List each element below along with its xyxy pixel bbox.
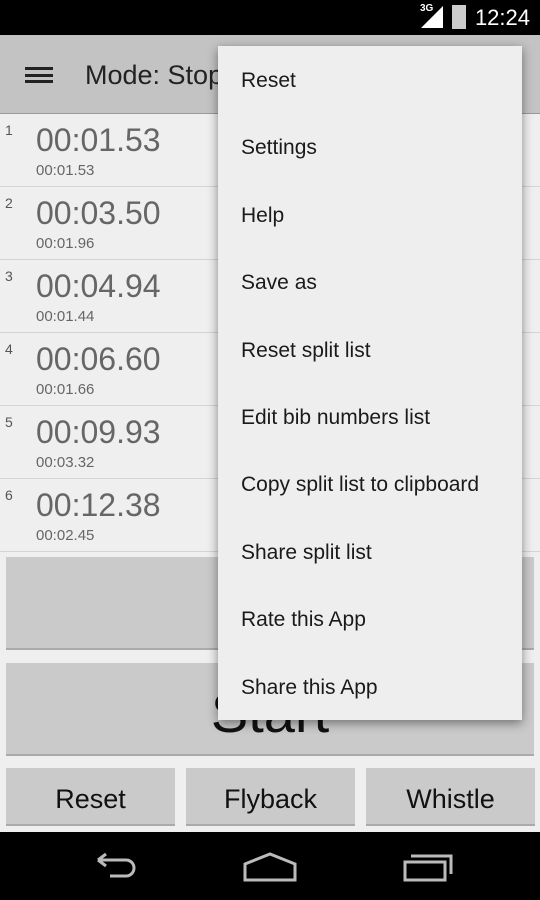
menu-item-edit-bib-numbers-list[interactable]: Edit bib numbers list [218,383,522,450]
split-number: 5 [5,414,13,430]
split-total-time: 00:03.50 [36,195,161,231]
split-total-time: 00:09.93 [36,414,161,450]
menu-item-rate-this-app[interactable]: Rate this App [218,585,522,652]
reset-button[interactable]: Reset [6,768,175,826]
split-lap-time: 00:01.53 [36,162,95,179]
split-total-time: 00:01.53 [36,122,161,158]
menu-item-copy-split-list-to-clipboard[interactable]: Copy split list to clipboard [218,450,522,517]
home-icon[interactable] [243,852,297,882]
status-bar: 3G 12:24 [0,0,540,35]
split-lap-time: 00:01.44 [36,308,95,325]
split-number: 6 [5,487,13,503]
menu-item-settings[interactable]: Settings [218,113,522,180]
menu-item-share-this-app[interactable]: Share this App [218,653,522,720]
split-total-time: 00:12.38 [36,487,161,523]
page-title: Mode: Stop [85,60,224,90]
flyback-button[interactable]: Flyback [186,768,355,826]
menu-item-share-split-list[interactable]: Share split list [218,518,522,585]
menu-item-reset[interactable]: Reset [218,46,522,113]
split-total-time: 00:04.94 [36,268,161,304]
split-lap-time: 00:02.45 [36,527,95,544]
back-icon[interactable] [88,852,138,882]
menu-icon[interactable] [25,67,53,83]
menu-item-help[interactable]: Help [218,181,522,248]
whistle-button[interactable]: Whistle [366,768,535,826]
overflow-menu: Reset Settings Help Save as Reset split list… [218,46,522,720]
menu-item-reset-split-list[interactable]: Reset split list [218,316,522,383]
menu-item-save-as[interactable]: Save as [218,248,522,315]
navigation-bar [0,832,540,900]
split-lap-time: 00:03.32 [36,454,95,471]
battery-icon [452,5,466,29]
split-number: 1 [5,122,13,138]
split-lap-time: 00:01.66 [36,381,95,398]
network-type: 3G [420,3,434,14]
split-lap-time: 00:01.96 [36,235,95,252]
split-total-time: 00:06.60 [36,341,161,377]
split-number: 4 [5,341,13,357]
clock: 12:24 [474,5,530,30]
split-number: 2 [5,195,13,211]
recents-icon[interactable] [403,852,455,882]
split-number: 3 [5,268,13,284]
